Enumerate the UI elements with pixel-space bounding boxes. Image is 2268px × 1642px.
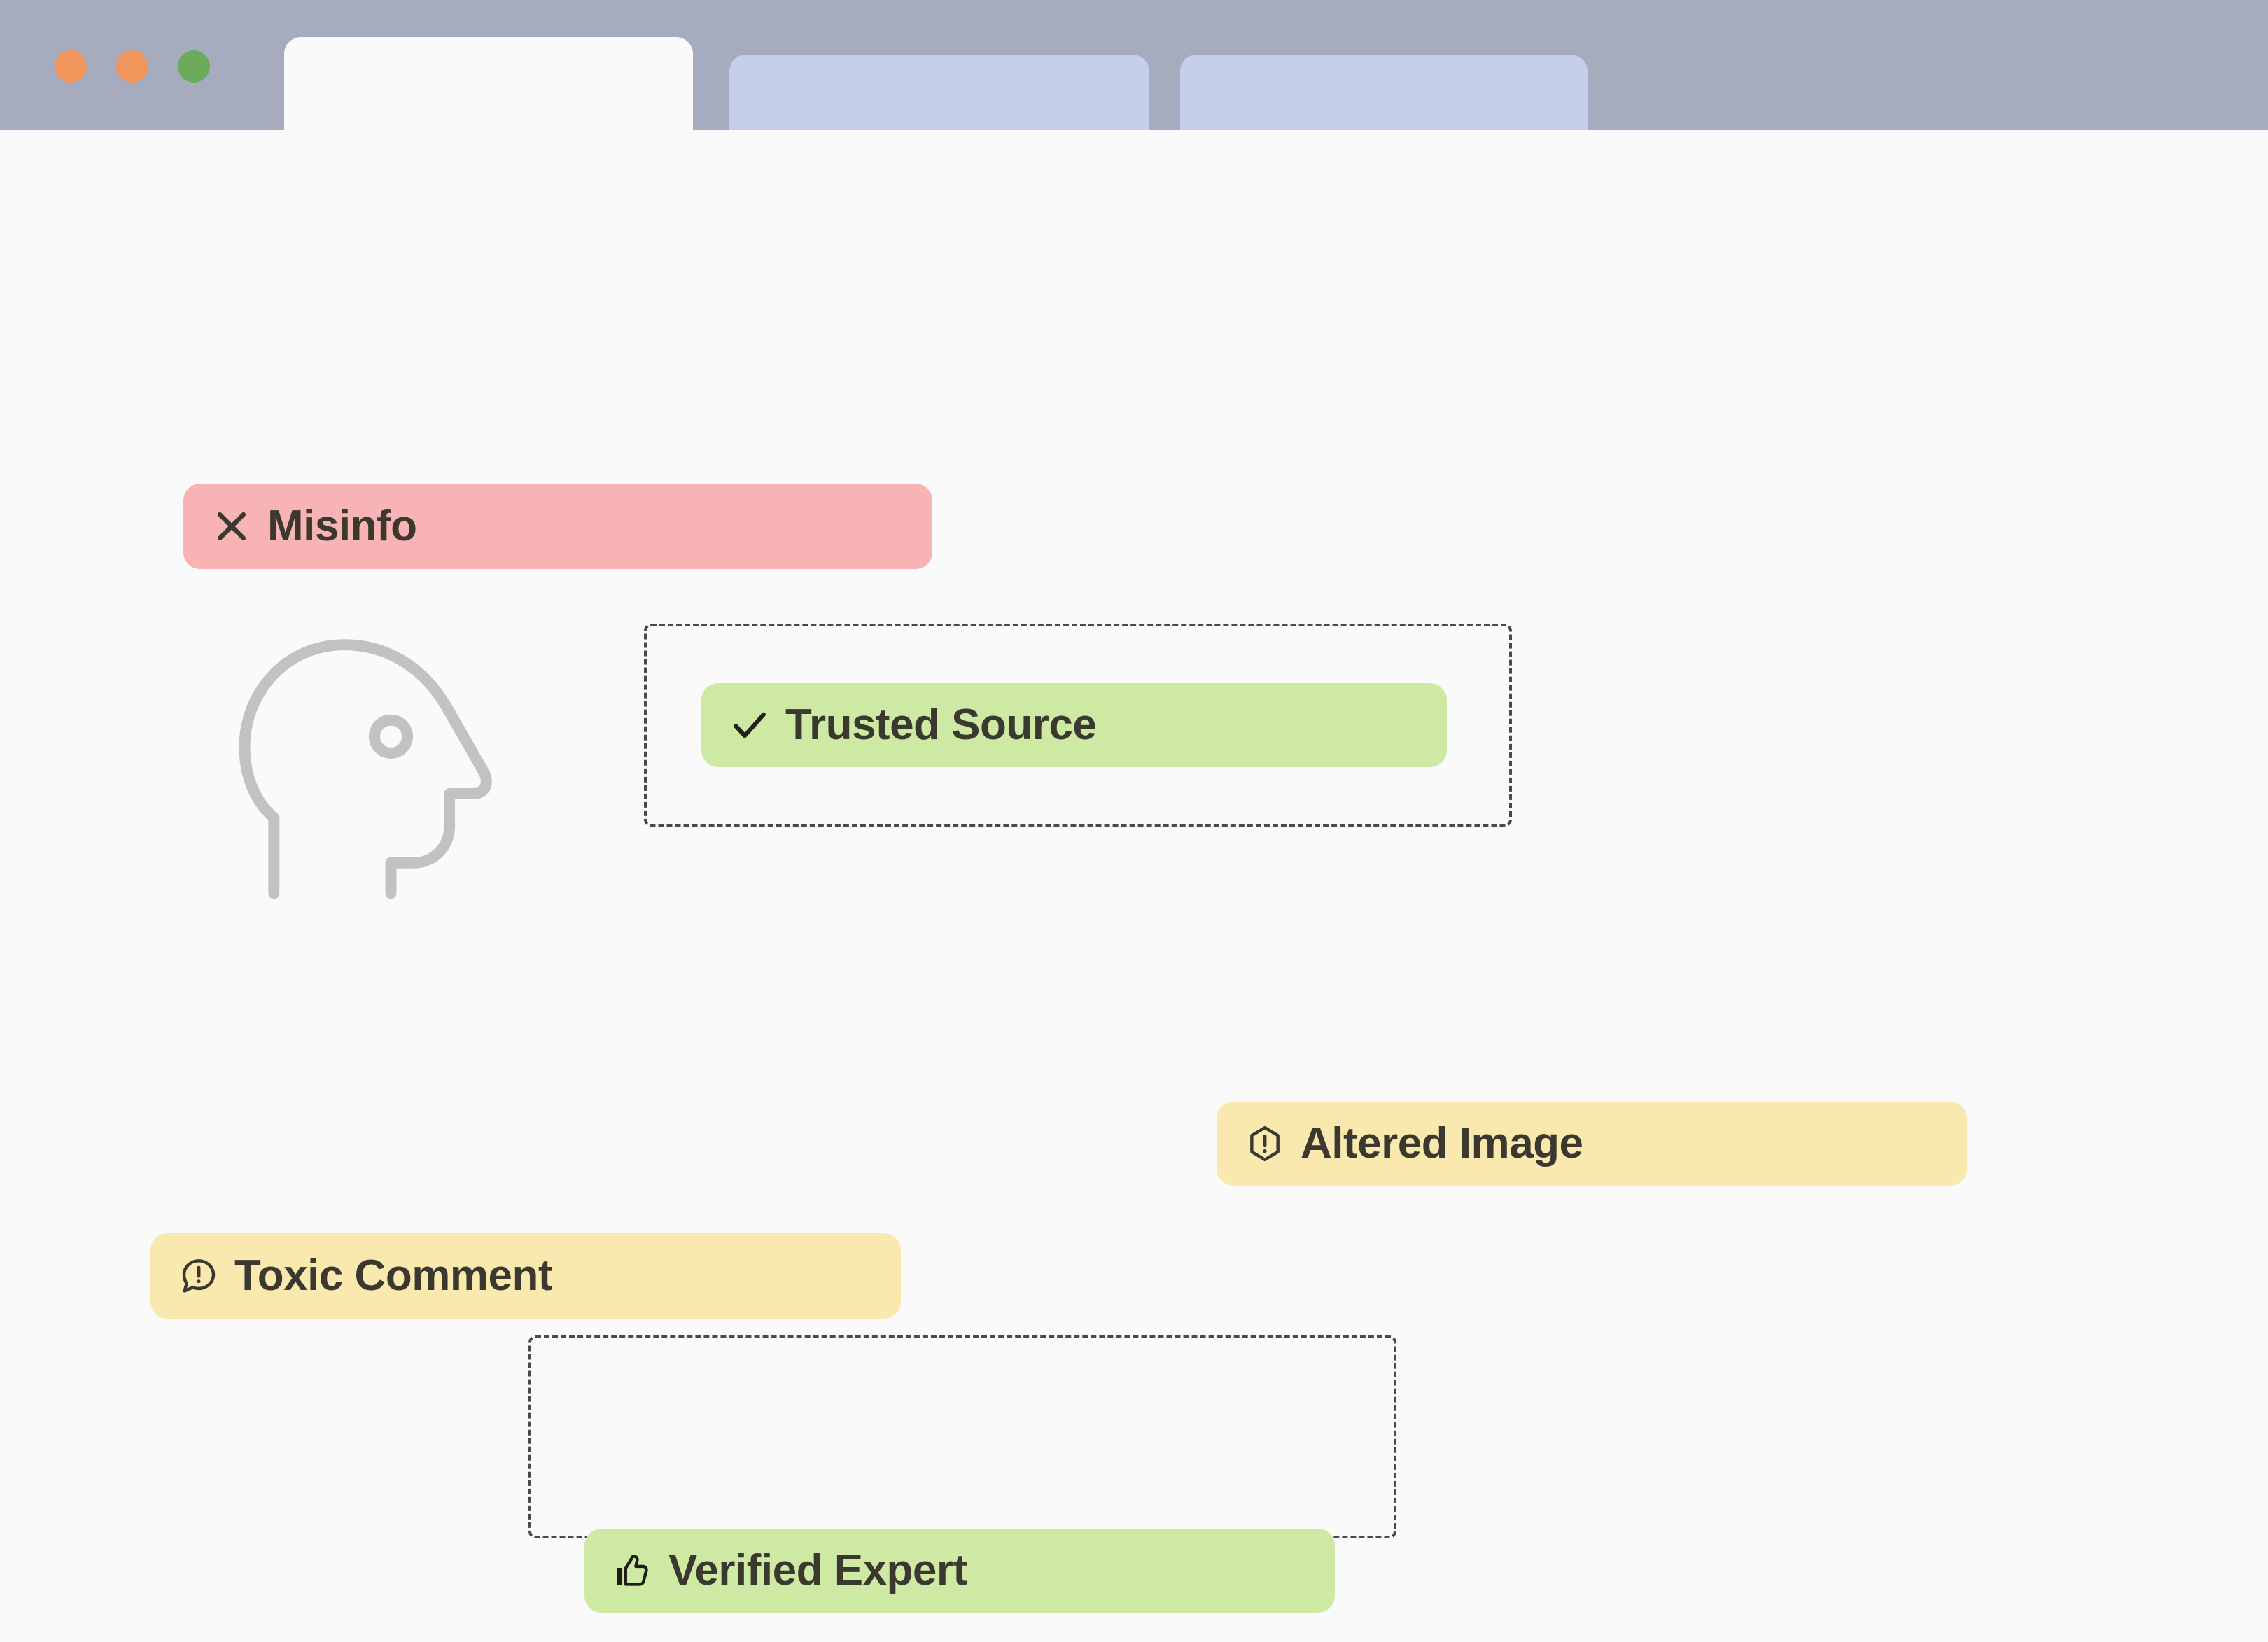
verified-expert-dropzone[interactable] — [528, 1335, 1396, 1538]
browser-chrome — [0, 0, 2268, 130]
badge-trusted-source[interactable]: Trusted Source — [701, 683, 1447, 767]
check-icon — [729, 705, 770, 745]
badge-verified-expert[interactable]: Verified Expert — [584, 1529, 1335, 1613]
badge-toxic-comment-label: Toxic Comment — [234, 1251, 552, 1300]
badge-altered-image-label: Altered Image — [1301, 1119, 1583, 1167]
workspace-canvas: Misinfo Trusted Source Altered Image Tox… — [0, 130, 2268, 1642]
badge-verified-expert-label: Verified Expert — [668, 1546, 967, 1594]
badge-misinfo-label: Misinfo — [267, 502, 417, 550]
badge-trusted-source-label: Trusted Source — [785, 701, 1097, 749]
close-window-button[interactable] — [55, 50, 87, 83]
tab-1-active[interactable] — [284, 37, 693, 130]
tab-3[interactable] — [1180, 55, 1588, 130]
x-icon — [211, 506, 252, 547]
window-traffic-lights — [55, 50, 210, 83]
head-profile-icon — [238, 627, 504, 907]
minimize-window-button[interactable] — [116, 50, 148, 83]
badge-toxic-comment[interactable]: Toxic Comment — [150, 1233, 901, 1319]
badge-misinfo[interactable]: Misinfo — [183, 484, 932, 569]
maximize-window-button[interactable] — [178, 50, 210, 83]
comment-alert-icon — [178, 1256, 219, 1296]
badge-altered-image[interactable]: Altered Image — [1217, 1102, 1967, 1186]
tab-2[interactable] — [729, 55, 1149, 130]
warning-hexagon-icon — [1245, 1123, 1285, 1164]
thumbs-up-icon — [612, 1550, 653, 1591]
